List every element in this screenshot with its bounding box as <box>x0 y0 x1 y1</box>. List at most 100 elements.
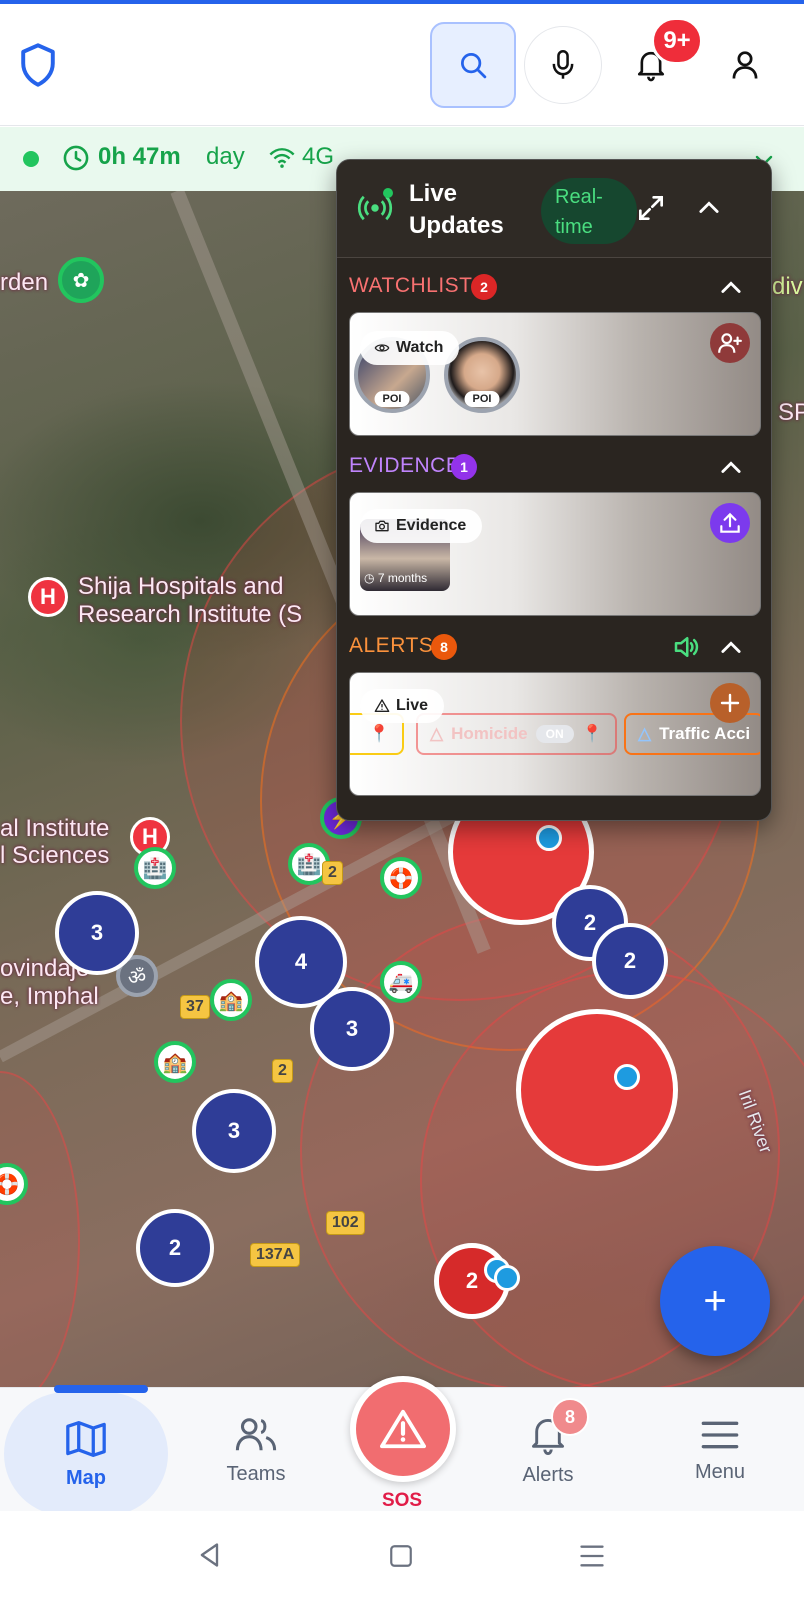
warning-icon <box>374 699 390 712</box>
chevron-up-icon[interactable] <box>717 634 745 662</box>
voice-button[interactable] <box>524 26 602 104</box>
ambulance-icon[interactable]: 🚑 <box>380 961 422 1003</box>
chevron-up-icon[interactable] <box>717 454 745 482</box>
system-navigation-bar <box>0 1511 804 1600</box>
eye-icon <box>374 344 390 352</box>
poi-tag: POI <box>464 391 500 407</box>
watchlist-label: WATCHLIST <box>349 274 473 297</box>
cluster-marker[interactable]: 2 <box>136 1209 214 1287</box>
shield-icon[interactable] <box>18 42 58 88</box>
home-icon[interactable] <box>388 1543 414 1569</box>
chevron-up-icon[interactable] <box>695 194 723 222</box>
alerts-count-badge: 8 <box>431 634 457 660</box>
hospital-building-icon[interactable]: 🏥 <box>134 847 176 889</box>
map-label-hospital: Research Institute (S <box>78 601 303 628</box>
wifi-icon <box>269 148 295 168</box>
evidence-label: EVIDENCE <box>349 454 461 477</box>
plus-icon <box>720 693 740 713</box>
add-person-button[interactable] <box>710 323 750 363</box>
nav-menu[interactable]: Menu <box>640 1388 800 1512</box>
sos-button[interactable] <box>356 1382 450 1476</box>
user-plus-icon <box>718 333 742 353</box>
map-label-hospital: Shija Hospitals and <box>78 573 284 600</box>
evidence-chip[interactable]: Evidence <box>360 509 483 543</box>
cluster-marker[interactable]: 2 <box>592 923 668 999</box>
teams-icon <box>235 1417 277 1450</box>
network-label: 4G <box>302 143 335 170</box>
route-marker: 2 <box>272 1059 293 1083</box>
live-dot <box>383 188 393 198</box>
menu-icon <box>701 1421 739 1448</box>
fire-station-icon[interactable]: 🛟 <box>380 857 422 899</box>
map-label-edge: SP <box>778 399 804 426</box>
app-header: 9+ <box>0 4 804 126</box>
incident-marker[interactable] <box>516 1009 678 1171</box>
nav-map[interactable]: Map <box>4 1392 168 1516</box>
route-marker: 37 <box>180 995 210 1019</box>
clock-icon <box>63 145 89 171</box>
hospital-marker-icon[interactable]: H <box>28 577 68 617</box>
alerts-label: ALERTS <box>349 634 434 657</box>
realtime-badge: Real- time <box>541 178 637 244</box>
back-icon[interactable] <box>196 1541 224 1569</box>
map-label-institute: al Institute <box>0 815 110 842</box>
user-location-dot <box>536 825 562 851</box>
evidence-count-badge: 1 <box>451 454 477 480</box>
profile-button[interactable] <box>706 26 784 104</box>
pin-icon: 📍 <box>581 724 603 743</box>
alert-chip-homicide[interactable]: △ Homicide ON 📍 <box>416 713 617 755</box>
recents-icon[interactable] <box>578 1543 606 1569</box>
active-tab-indicator <box>54 1385 148 1393</box>
cluster-marker[interactable]: 3 <box>310 987 394 1071</box>
cluster-marker[interactable]: 3 <box>55 891 139 975</box>
cluster-marker[interactable]: 3 <box>192 1089 276 1173</box>
alerts-nav-badge: 8 <box>551 1398 589 1436</box>
add-fab-button[interactable]: + <box>660 1246 770 1356</box>
map-label-edge: div <box>772 273 803 300</box>
live-updates-panel: Live Updates Real- time WATCHLIST 2 POI … <box>336 159 772 821</box>
route-marker: 137A <box>250 1243 301 1267</box>
add-alert-button[interactable] <box>710 683 750 723</box>
school-icon[interactable]: 🏫 <box>154 1041 196 1083</box>
route-marker: 102 <box>326 1211 365 1235</box>
alert-status-badge: ON <box>535 725 574 743</box>
camera-icon <box>375 520 389 532</box>
map-label-govindaji: e, Imphal <box>0 983 99 1010</box>
incident-radius <box>0 1071 80 1387</box>
sos-label: SOS <box>381 1490 423 1511</box>
nav-teams[interactable]: Teams <box>176 1388 336 1512</box>
nav-alerts[interactable]: Alerts <box>468 1388 628 1512</box>
speaker-icon[interactable] <box>671 632 701 662</box>
warning-icon <box>380 1409 426 1449</box>
day-mode-label: day <box>206 143 245 170</box>
search-icon <box>461 53 487 79</box>
notification-count-badge: 9+ <box>651 17 703 65</box>
session-time: 0h 47m <box>98 143 181 170</box>
expand-icon[interactable] <box>635 192 667 224</box>
route-marker: 2 <box>322 861 343 885</box>
user-location-dot <box>614 1064 640 1090</box>
alerts-card[interactable]: 📍 △ Homicide ON 📍 △ Traffic Acci Live <box>349 672 761 796</box>
warning-icon: △ <box>638 724 652 743</box>
chevron-up-icon[interactable] <box>717 274 745 302</box>
search-button[interactable] <box>430 22 516 108</box>
upload-icon <box>720 512 740 533</box>
map-label-garden: rden <box>0 269 49 296</box>
user-location-dot <box>494 1265 520 1291</box>
poi-tag: POI <box>374 391 410 407</box>
upload-evidence-button[interactable] <box>710 503 750 543</box>
garden-poi-icon[interactable]: ✿ <box>58 257 104 303</box>
online-indicator <box>23 151 39 167</box>
mic-icon <box>552 50 574 79</box>
evidence-card[interactable]: ◷ 7 months Evidence <box>349 492 761 616</box>
watchlist-count-badge: 2 <box>471 274 497 300</box>
warning-icon: △ <box>430 724 444 743</box>
watchlist-card[interactable]: POI POI Watch <box>349 312 761 436</box>
live-updates-header: Live Updates Real- time <box>337 160 771 258</box>
live-chip[interactable]: Live <box>360 689 445 723</box>
school-icon[interactable]: 🏫 <box>210 979 252 1021</box>
panel-title: Live Updates <box>409 180 504 239</box>
evidence-age: ◷ 7 months <box>364 571 428 585</box>
user-icon <box>732 51 758 79</box>
watch-chip[interactable]: Watch <box>360 331 460 365</box>
